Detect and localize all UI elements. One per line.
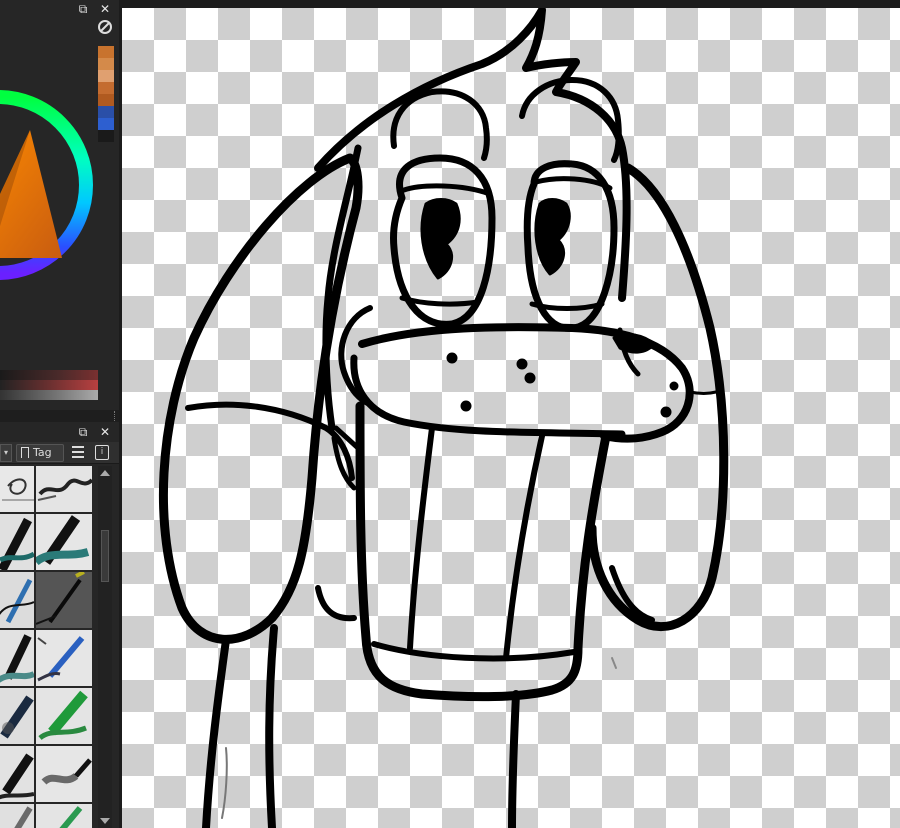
canvas-area[interactable] [119, 0, 900, 828]
docker-splitter[interactable] [0, 410, 119, 422]
preset-green-marker[interactable] [36, 804, 92, 828]
float-icon[interactable]: ⧉ [76, 2, 90, 16]
close-icon[interactable]: ✕ [98, 2, 112, 16]
preset-green-bristle[interactable] [36, 688, 92, 744]
history-swatch[interactable] [98, 94, 114, 106]
preset-round-brush[interactable] [0, 514, 34, 570]
preset-charcoal-smudge[interactable] [36, 466, 92, 512]
preset-flat-brush[interactable] [0, 746, 34, 802]
scroll-down-icon[interactable] [100, 818, 110, 824]
close-icon[interactable]: ✕ [98, 425, 112, 439]
preset-teal-bristle[interactable] [36, 514, 92, 570]
preset-airbrush[interactable] [0, 688, 34, 744]
gray-slider[interactable] [0, 390, 98, 400]
left-dock: ⧉ ✕ ⧉ ✕ ▾ Tag i [0, 0, 119, 828]
color-wheel-graphic[interactable] [0, 20, 96, 360]
scroll-thumb[interactable] [101, 530, 109, 582]
red-slider[interactable] [0, 380, 98, 390]
preset-blue-marker[interactable] [36, 630, 92, 686]
info-icon[interactable]: i [95, 445, 109, 460]
history-swatch[interactable] [98, 82, 114, 94]
scroll-up-icon[interactable] [100, 470, 110, 476]
history-swatch[interactable] [98, 70, 114, 82]
drawing-canvas[interactable] [122, 8, 900, 828]
float-icon[interactable]: ⧉ [76, 425, 90, 439]
tag-dropdown[interactable]: Tag [16, 444, 64, 462]
color-history [98, 46, 114, 176]
history-swatch[interactable] [98, 46, 114, 58]
preset-fine-liner[interactable] [36, 572, 92, 628]
preset-ink-swirl[interactable] [0, 466, 34, 512]
brush-presets-docker: ⧉ ✕ ▾ Tag i [0, 422, 119, 828]
brush-scrollbar[interactable] [98, 466, 112, 828]
history-swatch[interactable] [98, 118, 114, 130]
tag-label: Tag [33, 446, 52, 459]
history-swatch[interactable] [98, 106, 114, 118]
preset-dry-brush[interactable] [36, 746, 92, 802]
preset-wet-paint[interactable] [0, 630, 34, 686]
value-slider[interactable] [0, 370, 98, 380]
no-color-icon[interactable] [98, 20, 112, 34]
chevron-down-icon[interactable]: ▾ [0, 444, 12, 462]
preset-ink-pen[interactable] [0, 572, 34, 628]
brush-toolbar: ▾ Tag i [0, 442, 119, 464]
bookmark-icon [21, 447, 29, 458]
hamburger-icon[interactable] [72, 446, 84, 458]
preset-blender[interactable] [0, 804, 34, 828]
color-selector-docker: ⧉ ✕ [0, 0, 119, 410]
history-swatch[interactable] [98, 58, 114, 70]
history-swatch[interactable] [98, 130, 114, 142]
line-art-drawing [158, 8, 729, 828]
brush-preset-grid [0, 466, 94, 828]
color-wheel[interactable] [0, 20, 96, 360]
